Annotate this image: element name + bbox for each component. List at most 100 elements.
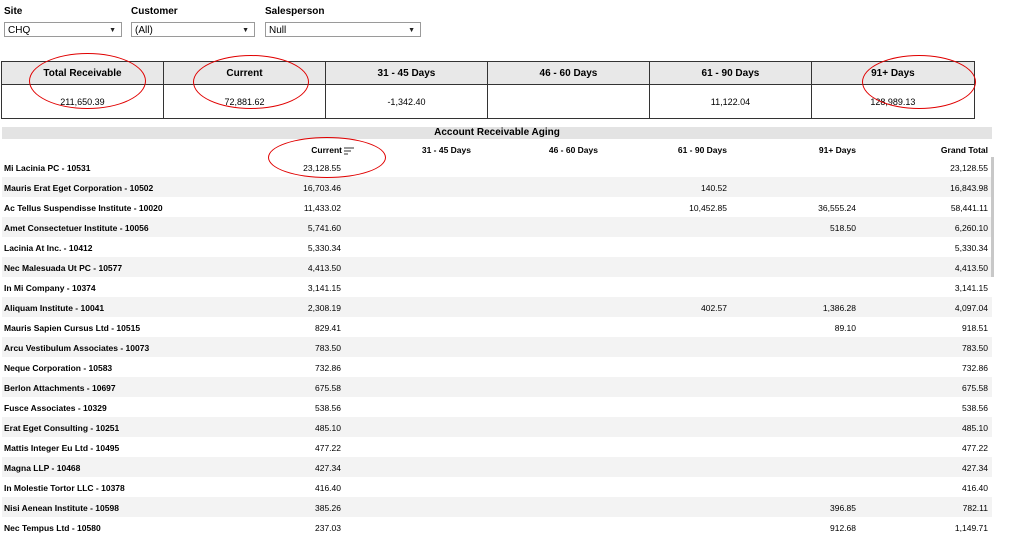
cell-total: 58,441.11 [950,203,988,213]
summary-header-row: Total Receivable Current 31 - 45 Days 46… [2,62,974,85]
filter-customer: Customer (All) ▼ [131,6,255,37]
table-row[interactable]: Mauris Sapien Cursus Ltd - 10515 829.41 89… [2,317,992,337]
summary-value-61-90: 11,122.04 [650,85,812,119]
cell-d61: 402.57 [701,303,727,313]
cell-total: 3,141.15 [954,283,988,293]
summary-value-row: 211,650.39 72,881.62 -1,342.40 11,122.04… [2,85,974,119]
cell-total: 538.56 [962,403,988,413]
salesperson-select[interactable]: Null ▼ [265,22,421,37]
table-row[interactable]: Nec Malesuada Ut PC - 10577 4,413.50 4,413… [2,257,992,277]
filter-site: Site CHQ ▼ [4,6,122,37]
table-row[interactable]: Arcu Vestibulum Associates - 10073 783.50… [2,337,992,357]
column-header-31-45[interactable]: 31 - 45 Days [422,145,471,155]
cell-current: 4,413.50 [307,263,341,273]
table-row[interactable]: Mi Lacinia PC - 10531 23,128.55 23,128.55 [2,157,992,177]
table-row[interactable]: Neque Corporation - 10583 732.86 732.86 [2,357,992,377]
cell-current: 23,128.55 [303,163,341,173]
customer-select[interactable]: (All) ▼ [131,22,255,37]
chevron-down-icon: ▼ [242,27,249,34]
column-header-91plus[interactable]: 91+ Days [819,145,856,155]
sort-descending-icon[interactable] [344,147,354,155]
customer-name: Nisi Aenean Institute - 10598 [4,503,119,513]
customer-name: Ac Tellus Suspendisse Institute - 10020 [4,203,163,213]
cell-d61: 140.52 [701,183,727,193]
table-row[interactable]: Fusce Associates - 10329 538.56 538.56 [2,397,992,417]
customer-name: Berlon Attachments - 10697 [4,383,116,393]
table-row[interactable]: Mauris Erat Eget Corporation - 10502 16,7… [2,177,992,197]
cell-total: 427.34 [962,463,988,473]
cell-d61: 10,452.85 [689,203,727,213]
cell-total: 16,843.98 [950,183,988,193]
cell-current: 11,433.02 [303,203,341,213]
aging-rows: Mi Lacinia PC - 10531 23,128.55 23,128.55 M… [2,157,992,537]
customer-name: Nec Malesuada Ut PC - 10577 [4,263,123,273]
table-row[interactable]: Lacinia At Inc. - 10412 5,330.34 5,330.34 [2,237,992,257]
site-select[interactable]: CHQ ▼ [4,22,122,37]
cell-total: 1,149.71 [954,523,988,533]
column-header-current-label: Current [311,145,342,155]
table-row[interactable]: Nec Tempus Ltd - 10580 237.03 912.68 1,149.… [2,517,992,537]
table-row[interactable]: Berlon Attachments - 10697 675.58 675.58 [2,377,992,397]
summary-header-current: Current [164,62,326,84]
summary-header-31-45: 31 - 45 Days [326,62,488,84]
cell-d91: 36,555.24 [818,203,856,213]
site-select-value: CHQ [8,25,31,36]
cell-total: 5,330.34 [954,243,988,253]
cell-current: 2,308.19 [307,303,341,313]
summary-header-91plus: 91+ Days [871,67,915,79]
table-row[interactable]: Aliquam Institute - 10041 2,308.19 402.57 1… [2,297,992,317]
vertical-scrollbar[interactable] [991,157,994,277]
customer-name: Mauris Sapien Cursus Ltd - 10515 [4,323,141,333]
filter-label-site: Site [4,6,23,17]
table-row[interactable]: Ac Tellus Suspendisse Institute - 10020 1… [2,197,992,217]
cell-total: 918.51 [962,323,988,333]
summary-value-total: 211,650.39 [2,85,164,119]
table-row[interactable]: In Mi Company - 10374 3,141.15 3,141.15 [2,277,992,297]
customer-name: Amet Consectetuer Institute - 10056 [4,223,149,233]
customer-name: Erat Eget Consulting - 10251 [4,423,120,433]
aging-title: Account Receivable Aging [2,127,992,139]
column-header-46-60[interactable]: 46 - 60 Days [549,145,598,155]
cell-d91: 1,386.28 [822,303,856,313]
cell-current: 5,330.34 [307,243,341,253]
cell-total: 732.86 [962,363,988,373]
filter-label-customer: Customer [131,6,178,17]
receivable-summary: Total Receivable Current 31 - 45 Days 46… [1,61,975,119]
table-row[interactable]: Nisi Aenean Institute - 10598 385.26 396.8… [2,497,992,517]
cell-current: 783.50 [315,343,341,353]
summary-header-total: Total Receivable [2,62,164,84]
cell-current: 485.10 [315,423,341,433]
cell-total: 675.58 [962,383,988,393]
customer-name: Aliquam Institute - 10041 [4,303,105,313]
cell-total: 4,097.04 [954,303,988,313]
cell-current: 5,741.60 [307,223,341,233]
cell-d91: 396.85 [830,503,856,513]
customer-name: Arcu Vestibulum Associates - 10073 [4,343,150,353]
column-header-61-90[interactable]: 61 - 90 Days [678,145,727,155]
customer-name: Nec Tempus Ltd - 10580 [4,523,101,533]
table-row[interactable]: Mattis Integer Eu Ltd - 10495 477.22 477.2… [2,437,992,457]
cell-current: 829.41 [315,323,341,333]
cell-current: 732.86 [315,363,341,373]
table-row[interactable]: In Molestie Tortor LLC - 10378 416.40 416.… [2,477,992,497]
customer-name: Lacinia At Inc. - 10412 [4,243,93,253]
customer-name: Mi Lacinia PC - 10531 [4,163,91,173]
column-header-current[interactable]: Current [311,145,354,155]
cell-total: 4,413.50 [954,263,988,273]
summary-header-46-60: 46 - 60 Days [488,62,650,84]
customer-name: Neque Corporation - 10583 [4,363,113,373]
cell-current: 237.03 [315,523,341,533]
cell-total: 783.50 [962,343,988,353]
filter-salesperson: Salesperson Null ▼ [265,6,421,37]
customer-name: Fusce Associates - 10329 [4,403,107,413]
cell-d91: 89.10 [834,323,856,333]
cell-current: 385.26 [315,503,341,513]
table-row[interactable]: Amet Consectetuer Institute - 10056 5,741… [2,217,992,237]
cell-current: 3,141.15 [307,283,341,293]
cell-total: 782.11 [962,503,988,513]
table-row[interactable]: Erat Eget Consulting - 10251 485.10 485.10 [2,417,992,437]
cell-current: 675.58 [315,383,341,393]
table-row[interactable]: Magna LLP - 10468 427.34 427.34 [2,457,992,477]
cell-d91: 912.68 [830,523,856,533]
column-header-grand-total[interactable]: Grand Total [941,145,988,155]
